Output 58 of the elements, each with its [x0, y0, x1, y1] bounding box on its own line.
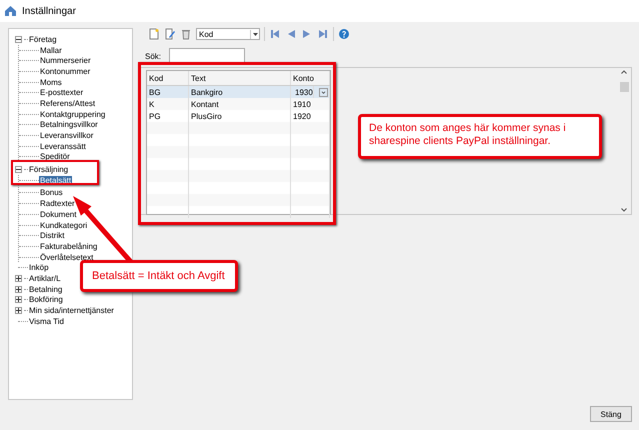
tree-item[interactable]: Kontonummer [39, 66, 92, 76]
callout: Betalsätt = Intäkt och Avgift [80, 260, 238, 292]
tree-item[interactable]: Betalningsvillkor [39, 120, 99, 130]
table-cell: K [147, 98, 189, 110]
tree-item[interactable]: Speditör [39, 152, 71, 162]
search-label: Sök: [145, 52, 162, 60]
dropdown-icon[interactable] [319, 88, 328, 96]
scroll-up-icon[interactable] [621, 70, 627, 74]
last-record-icon[interactable] [317, 28, 329, 40]
tree-item[interactable]: Mallar [39, 46, 63, 55]
callout: De konton som anges här kommer synas i sharespine clients PayPal inställningar. [358, 114, 602, 159]
column-header[interactable]: Text [189, 71, 291, 85]
tree-item[interactable]: Artiklar/L [28, 274, 62, 283]
tree-item[interactable]: Kontaktgruppering [39, 110, 106, 119]
first-record-icon[interactable] [269, 28, 281, 40]
tree-item[interactable]: Leveranssätt [39, 142, 87, 151]
collapse-toggle[interactable] [15, 166, 22, 174]
tree-item[interactable]: Försäljning [28, 165, 70, 174]
tree-item[interactable]: Moms [39, 78, 63, 87]
caret-icon[interactable] [252, 32, 258, 36]
tree-item[interactable]: Referens/Attest [39, 98, 96, 108]
new-document-icon[interactable] [148, 28, 160, 40]
edit-icon[interactable] [164, 28, 176, 40]
tree-item[interactable]: Överlåtelsetext [39, 252, 94, 262]
tree-item[interactable]: Min sida/internettjänster [28, 306, 115, 316]
column-header[interactable]: Konto [291, 71, 330, 85]
scroll-thumb[interactable] [620, 82, 628, 92]
expand-toggle[interactable] [15, 296, 22, 304]
tree-item[interactable]: Leveransvillkor [39, 131, 94, 140]
tree-item[interactable]: Kundkategori [39, 220, 88, 230]
house-icon [4, 5, 17, 17]
close-button[interactable]: Stäng [590, 406, 632, 422]
expand-toggle[interactable] [15, 274, 22, 282]
tree-item[interactable]: Bonus [39, 188, 64, 198]
sort-field-dropdown[interactable]: Kod [196, 28, 260, 40]
expand-toggle[interactable] [15, 307, 22, 314]
help-icon[interactable] [338, 28, 350, 40]
tree-item[interactable]: Bokföring [28, 295, 64, 304]
tree-item[interactable]: E-posttexter [39, 88, 84, 98]
scroll-down-icon[interactable] [621, 208, 627, 212]
table-cell: Kontant [189, 98, 291, 110]
tree-item[interactable]: Inköp [28, 263, 50, 272]
tree-item[interactable]: Dokument [39, 210, 78, 219]
tree-item[interactable]: Företag [28, 34, 58, 44]
tree-item[interactable]: Distrikt [39, 231, 66, 240]
table-row[interactable]: BG Bankgiro 1930 [147, 86, 330, 98]
table-row[interactable]: K Kontant 1910 [147, 98, 330, 110]
tree-item[interactable]: Betalning [28, 284, 64, 294]
column-header[interactable]: Kod [147, 71, 189, 85]
trash-icon[interactable] [180, 28, 192, 40]
tree-item[interactable]: Fakturabelåning [39, 242, 98, 251]
tree-item[interactable]: Radtexter [39, 199, 76, 208]
window-title: Inställningar [22, 6, 76, 16]
table-cell: 1910 [291, 98, 330, 110]
expand-toggle[interactable] [15, 286, 22, 293]
tree-item[interactable]: Visma Tid [28, 316, 65, 326]
tree-item[interactable]: Nummerserier [39, 56, 92, 66]
collapse-toggle[interactable] [15, 36, 22, 43]
